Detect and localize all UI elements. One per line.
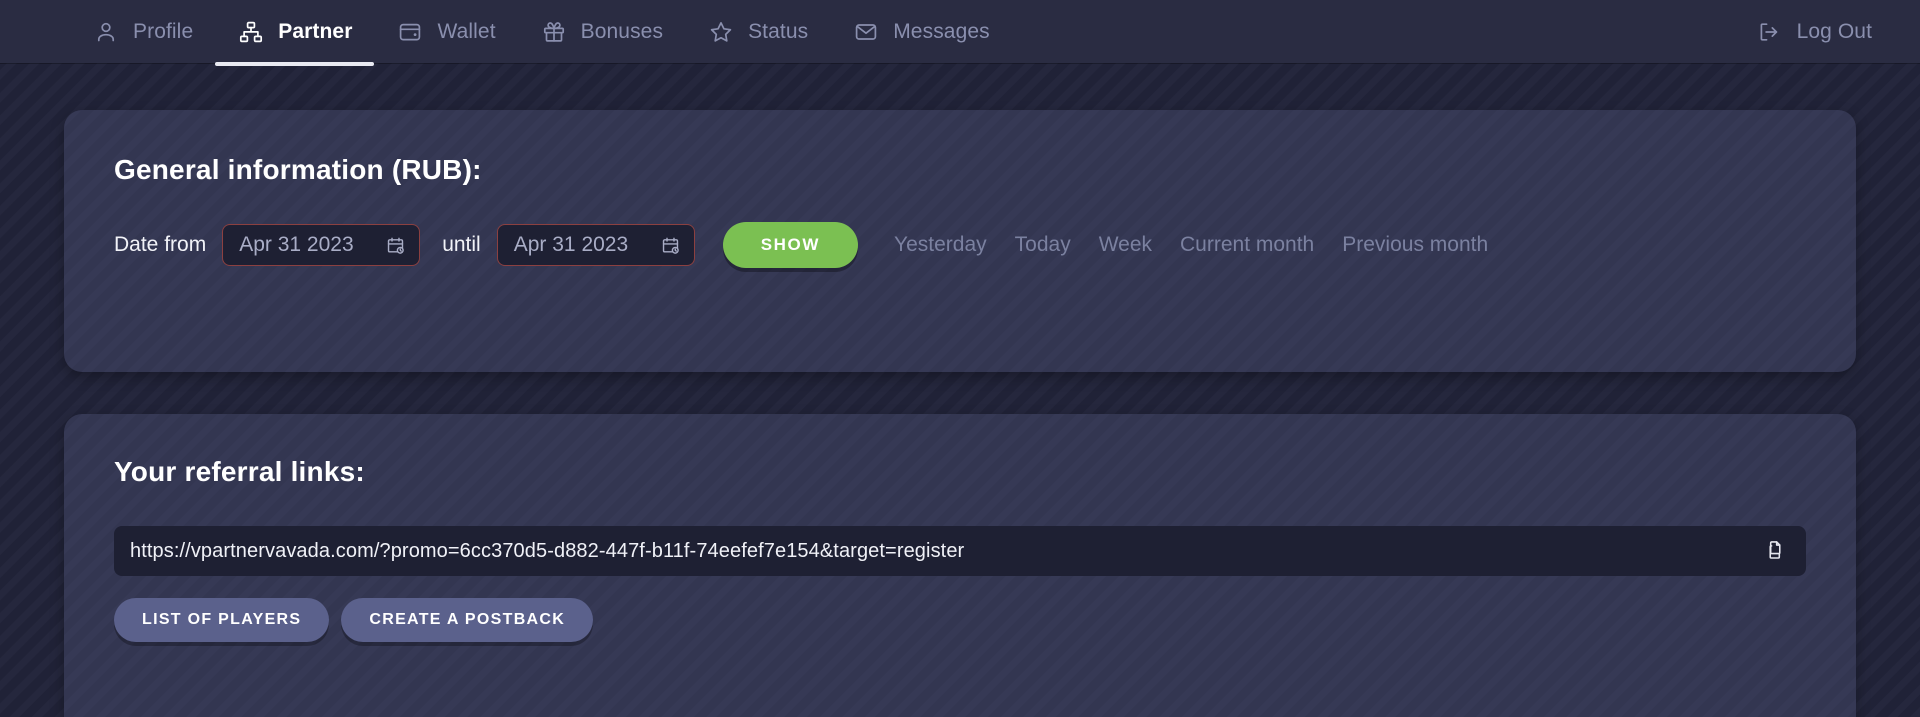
quick-filter-current-month[interactable]: Current month: [1166, 233, 1328, 257]
nav-item-label: Partner: [278, 19, 353, 43]
top-navigation-bar: Profile Partner Wallet Bonuses Status Me…: [0, 0, 1920, 66]
nav-item-label: Messages: [893, 19, 990, 43]
nav-item-bonuses[interactable]: Bonuses: [518, 0, 685, 63]
show-button[interactable]: SHOW: [722, 222, 859, 268]
nav-item-status[interactable]: Status: [685, 0, 830, 63]
date-filter-row: Date from Apr 31 2023 until Apr 31 2023 …: [114, 222, 1806, 268]
calendar-clock-icon: [386, 236, 405, 255]
nav-items-group: Profile Partner Wallet Bonuses Status Me…: [70, 0, 1012, 66]
date-from-value: Apr 31 2023: [239, 233, 354, 256]
referral-links-title: Your referral links:: [114, 456, 365, 487]
quick-filter-week[interactable]: Week: [1085, 233, 1166, 257]
referral-card-inner: Your referral links: https://vpartnervav…: [114, 456, 1806, 642]
nav-item-label: Profile: [133, 19, 194, 43]
calendar-clock-icon: [661, 236, 680, 255]
referral-link-value: https://vpartnervavada.com/?promo=6cc370…: [130, 539, 965, 562]
quick-date-filters: Yesterday Today Week Current month Previ…: [880, 233, 1502, 257]
create-postback-button[interactable]: CREATE A POSTBACK: [341, 598, 594, 642]
quick-filter-previous-month[interactable]: Previous month: [1328, 233, 1502, 257]
general-information-card: General information (RUB): Date from Apr…: [64, 110, 1856, 372]
nav-item-messages[interactable]: Messages: [830, 0, 1012, 63]
general-information-title: General information (RUB):: [114, 154, 482, 185]
general-card-inner: General information (RUB): Date from Apr…: [114, 154, 1806, 268]
nav-item-label: Bonuses: [580, 19, 664, 43]
sitemap-icon: [237, 18, 265, 46]
nav-item-partner[interactable]: Partner: [215, 0, 375, 66]
copy-icon: [1764, 539, 1786, 564]
quick-filter-today[interactable]: Today: [1001, 233, 1085, 257]
referral-action-buttons: LIST OF PLAYERS CREATE A POSTBACK: [114, 598, 1806, 642]
page-content: General information (RUB): Date from Apr…: [0, 110, 1920, 717]
envelope-icon: [852, 18, 880, 46]
nav-item-label: Status: [748, 19, 809, 43]
until-label: until: [442, 233, 481, 256]
logout-label: Log Out: [1796, 19, 1872, 43]
user-icon: [92, 18, 120, 46]
gift-icon: [540, 18, 568, 46]
wallet-icon: [396, 18, 424, 46]
nav-item-wallet[interactable]: Wallet: [374, 0, 517, 63]
nav-item-label: Wallet: [437, 19, 496, 43]
date-until-input[interactable]: Apr 31 2023: [496, 224, 695, 266]
star-icon: [707, 18, 735, 46]
nav-right-group: Log Out: [1733, 0, 1872, 63]
nav-item-profile[interactable]: Profile: [70, 0, 215, 63]
date-until-value: Apr 31 2023: [513, 233, 629, 256]
copy-link-button[interactable]: [1758, 534, 1792, 568]
referral-link-field[interactable]: https://vpartnervavada.com/?promo=6cc370…: [114, 526, 1806, 576]
referral-links-card: Your referral links: https://vpartnervav…: [64, 414, 1856, 717]
list-of-players-button[interactable]: LIST OF PLAYERS: [114, 598, 330, 642]
logout-icon: [1755, 18, 1783, 46]
quick-filter-yesterday[interactable]: Yesterday: [880, 233, 1001, 257]
date-from-label: Date from: [114, 233, 207, 256]
date-from-input[interactable]: Apr 31 2023: [222, 224, 421, 266]
logout-button[interactable]: Log Out: [1733, 0, 1872, 63]
